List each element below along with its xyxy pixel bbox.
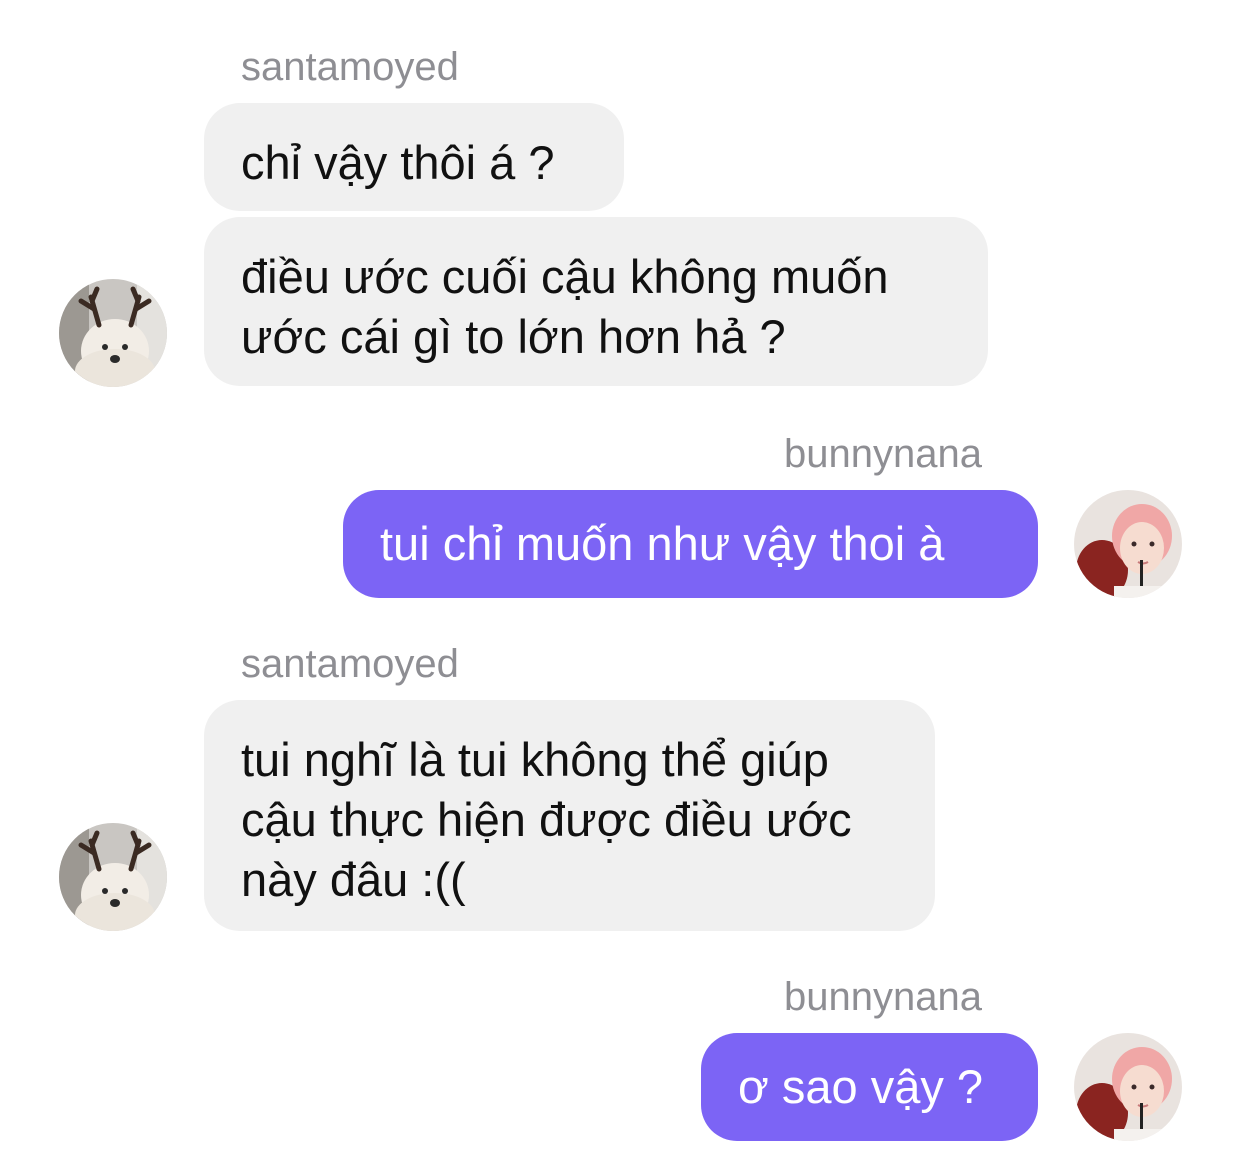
message-text: tui chỉ muốn như vậy thoi à	[380, 517, 945, 570]
message-text: này đâu :((	[241, 853, 466, 906]
message-bubble-incoming[interactable]: chỉ vậy thôi á ?	[204, 103, 624, 211]
sender-name-santamoyed: santamoyed	[241, 45, 459, 89]
message-bubble-incoming[interactable]: tui nghĩ là tui không thể giúp cậu thực …	[204, 700, 935, 931]
pink-haired-person-avatar-icon	[1074, 490, 1182, 598]
message-text: chỉ vậy thôi á ?	[241, 136, 555, 189]
message-text: tui nghĩ là tui không thể giúp	[241, 733, 829, 786]
message-bubble-outgoing[interactable]: tui chỉ muốn như vậy thoi à	[343, 490, 1038, 598]
message-text: ước cái gì to lớn hơn hả ?	[241, 310, 786, 363]
message-bubble-outgoing[interactable]: ơ sao vậy ?	[701, 1033, 1038, 1141]
sender-name-bunnynana: bunnynana	[784, 432, 982, 476]
sender-name-santamoyed: santamoyed	[241, 642, 459, 686]
message-text: cậu thực hiện được điều ước	[241, 793, 852, 846]
message-bubble-incoming[interactable]: điều ước cuối cậu không muốn ước cái gì …	[204, 217, 988, 386]
samoyed-avatar-icon	[59, 823, 167, 931]
pink-haired-person-avatar-icon	[1074, 1033, 1182, 1141]
message-text: ơ sao vậy ?	[738, 1060, 984, 1113]
avatar-bunnynana[interactable]	[1074, 1033, 1182, 1141]
avatar-bunnynana[interactable]	[1074, 490, 1182, 598]
sender-name-bunnynana: bunnynana	[784, 975, 982, 1019]
avatar-santamoyed[interactable]	[59, 823, 167, 931]
message-text: điều ước cuối cậu không muốn	[241, 250, 889, 303]
avatar-santamoyed[interactable]	[59, 279, 167, 387]
samoyed-avatar-icon	[59, 279, 167, 387]
